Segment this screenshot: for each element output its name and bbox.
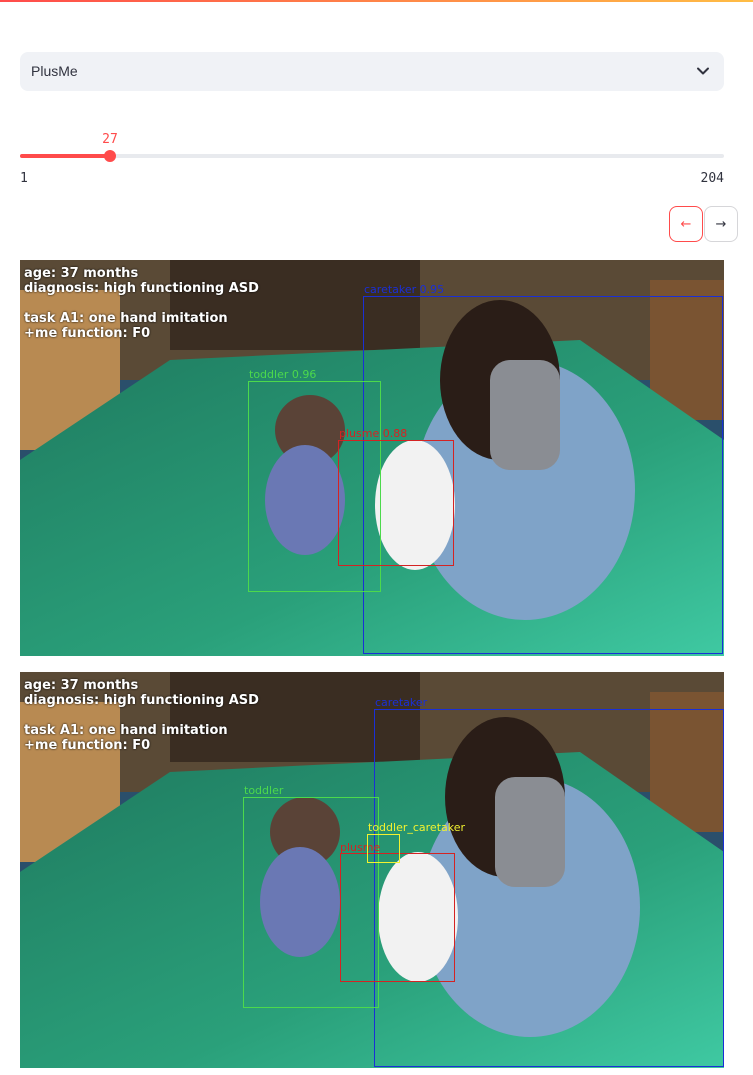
video-frame-detections: age: 37 months diagnosis: high functioni…	[20, 260, 724, 656]
next-frame-button[interactable]: →	[704, 206, 738, 242]
age-text: age: 37 months	[24, 266, 139, 281]
task-text: task A1: one hand imitation	[24, 723, 228, 738]
function-text: +me function: F0	[24, 738, 151, 753]
prev-frame-button[interactable]: ←	[669, 206, 703, 242]
plusme-label: plusme 0.88	[339, 427, 408, 440]
chevron-down-icon	[697, 67, 709, 75]
task-text: task A1: one hand imitation	[24, 311, 228, 326]
arrow-right-icon: →	[715, 216, 727, 232]
slider-min-label: 1	[20, 171, 28, 186]
slider-thumb[interactable]	[104, 150, 116, 162]
frame-info-overlay: age: 37 months diagnosis: high functioni…	[24, 678, 259, 753]
slider-current-value: 27	[102, 132, 118, 147]
toddler-label: toddler 0.96	[249, 368, 317, 381]
toddler-label: toddler	[244, 784, 284, 797]
age-text: age: 37 months	[24, 678, 139, 693]
slider-max-label: 204	[700, 171, 724, 186]
plusme-box	[338, 440, 454, 566]
function-text: +me function: F0	[24, 326, 151, 341]
toddler-caretaker-box	[367, 834, 400, 863]
model-select[interactable]: PlusMe	[20, 52, 724, 91]
caretaker-label: caretaker 0.95	[364, 283, 445, 296]
frame-slider[interactable]: 27 1 204	[20, 125, 724, 186]
plusme-box	[340, 853, 455, 982]
diagnosis-text: diagnosis: high functioning ASD	[24, 281, 259, 296]
slider-fill	[20, 154, 110, 158]
toddler-caretaker-label: toddler_caretaker	[368, 821, 466, 834]
arrow-left-icon: ←	[680, 216, 692, 232]
diagnosis-text: diagnosis: high functioning ASD	[24, 693, 259, 708]
frame-info-overlay: age: 37 months diagnosis: high functioni…	[24, 266, 259, 341]
model-select-value: PlusMe	[31, 63, 78, 79]
caretaker-label: caretaker	[375, 696, 428, 709]
slider-track[interactable]	[20, 154, 724, 158]
video-frame-interactions: age: 37 months diagnosis: high functioni…	[20, 672, 724, 1068]
top-decoration-bar	[0, 0, 753, 2]
